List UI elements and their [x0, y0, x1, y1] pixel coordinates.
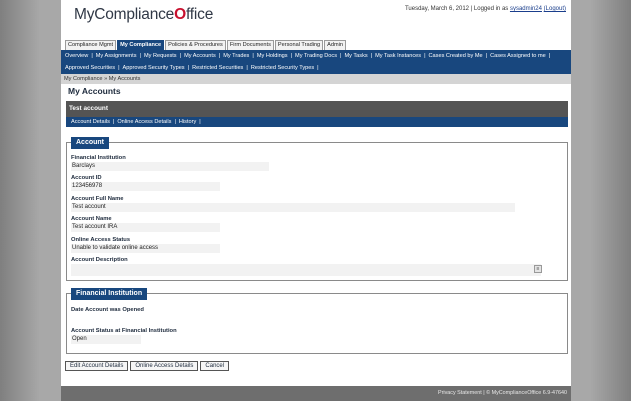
page-title: My Accounts	[68, 86, 121, 96]
main-tabs: Compliance Mgmt My Compliance Policies &…	[65, 40, 347, 50]
user-info: Tuesday, March 6, 2012 | Logged in as sy…	[405, 6, 566, 12]
account-name-label: Account Name	[71, 216, 112, 222]
account-status-value: Open	[71, 335, 141, 344]
logout-link[interactable]: (Logout)	[544, 6, 566, 12]
tab-personal-trading[interactable]: Personal Trading	[274, 40, 324, 50]
financial-institution-section: Financial Institution Date Account was O…	[66, 288, 568, 354]
online-access-details-button[interactable]: Online Access Details	[130, 361, 199, 371]
tab-compliance-mgmt[interactable]: Compliance Mgmt	[65, 40, 117, 50]
account-section: Account Financial Institution Barclays A…	[66, 137, 568, 281]
cancel-button[interactable]: Cancel	[200, 361, 230, 371]
header: MyComplianceOffice Tuesday, March 6, 201…	[61, 0, 571, 37]
financial-institution-label: Financial Institution	[71, 155, 126, 161]
subnav-overview[interactable]: Overview	[65, 50, 88, 62]
date-account-opened-label: Date Account was Opened	[71, 307, 144, 313]
subnav-my-trades[interactable]: My Trades	[223, 50, 249, 62]
financial-institution-section-legend: Financial Institution	[71, 288, 148, 300]
subnav-my-requests[interactable]: My Requests	[144, 50, 177, 62]
tab-history[interactable]: History	[179, 117, 196, 127]
action-buttons: Edit Account Details Online Access Detai…	[65, 361, 231, 371]
logged-in-label: | Logged in as	[470, 6, 509, 12]
subnav-cases-created-by-me[interactable]: Cases Created by Me	[429, 50, 483, 62]
logo: MyComplianceOffice	[74, 6, 214, 23]
logo-check-icon: O	[174, 6, 186, 23]
subnav-row-2: Approved Securities | Approved Security T…	[65, 62, 322, 74]
tab-online-access-details[interactable]: Online Access Details	[117, 117, 171, 127]
account-id-label: Account ID	[71, 175, 102, 181]
subnav-my-accounts[interactable]: My Accounts	[184, 50, 216, 62]
subnav-my-assignments[interactable]: My Assignments	[96, 50, 137, 62]
online-access-status-value: Unable to validate online access	[71, 244, 220, 253]
account-full-name-label: Account Full Name	[71, 196, 124, 202]
subnav-approved-securities[interactable]: Approved Securities	[65, 62, 115, 74]
subnav-approved-security-types[interactable]: Approved Security Types	[123, 62, 185, 74]
subnav-restricted-security-types[interactable]: Restricted Security Types	[251, 62, 314, 74]
subnav-my-trading-docs[interactable]: My Trading Docs	[295, 50, 337, 62]
account-description-label: Account Description	[71, 257, 128, 263]
account-full-name-value: Test account	[71, 203, 515, 212]
username-link[interactable]: sysadmin24	[510, 6, 542, 12]
subnav-my-task-instances[interactable]: My Task Instances	[375, 50, 421, 62]
breadcrumb: My Compliance » My Accounts	[61, 74, 571, 84]
tab-admin[interactable]: Admin	[324, 40, 347, 50]
current-date: Tuesday, March 6, 2012	[404, 6, 470, 12]
page-container: MyComplianceOffice Tuesday, March 6, 201…	[61, 0, 571, 386]
account-status-label: Account Status at Financial Institution	[71, 328, 177, 334]
tab-account-details[interactable]: Account Details	[71, 117, 110, 127]
subnav-my-holdings[interactable]: My Holdings	[257, 50, 288, 62]
record-title-bar: Test account	[66, 101, 568, 117]
tab-my-compliance[interactable]: My Compliance	[117, 40, 165, 50]
footer[interactable]: Privacy Statement | © MyComplianceOffice…	[61, 386, 571, 401]
account-name-value: Test account IRA	[71, 223, 220, 232]
subnav-my-tasks[interactable]: My Tasks	[344, 50, 367, 62]
tab-firm-documents[interactable]: Firm Documents	[226, 40, 274, 50]
account-section-legend: Account	[71, 137, 109, 149]
account-description-field	[71, 264, 541, 276]
edit-account-details-button[interactable]: Edit Account Details	[65, 361, 129, 371]
record-tabs: Account Details | Online Access Details | …	[66, 117, 568, 127]
financial-institution-value: Barclays	[71, 162, 269, 171]
online-access-status-label: Online Access Status	[71, 237, 131, 243]
resize-handle-icon[interactable]: ≡	[534, 265, 542, 273]
subnav-row-1: Overview | My Assignments | My Requests | M…	[65, 50, 553, 62]
sub-navigation: Overview | My Assignments | My Requests | M…	[61, 50, 571, 74]
account-id-value: 123456978	[71, 182, 220, 191]
tab-policies-procedures[interactable]: Policies & Procedures	[165, 40, 226, 50]
subnav-restricted-securities[interactable]: Restricted Securities	[192, 62, 243, 74]
subnav-cases-assigned-to-me[interactable]: Cases Assigned to me	[490, 50, 546, 62]
